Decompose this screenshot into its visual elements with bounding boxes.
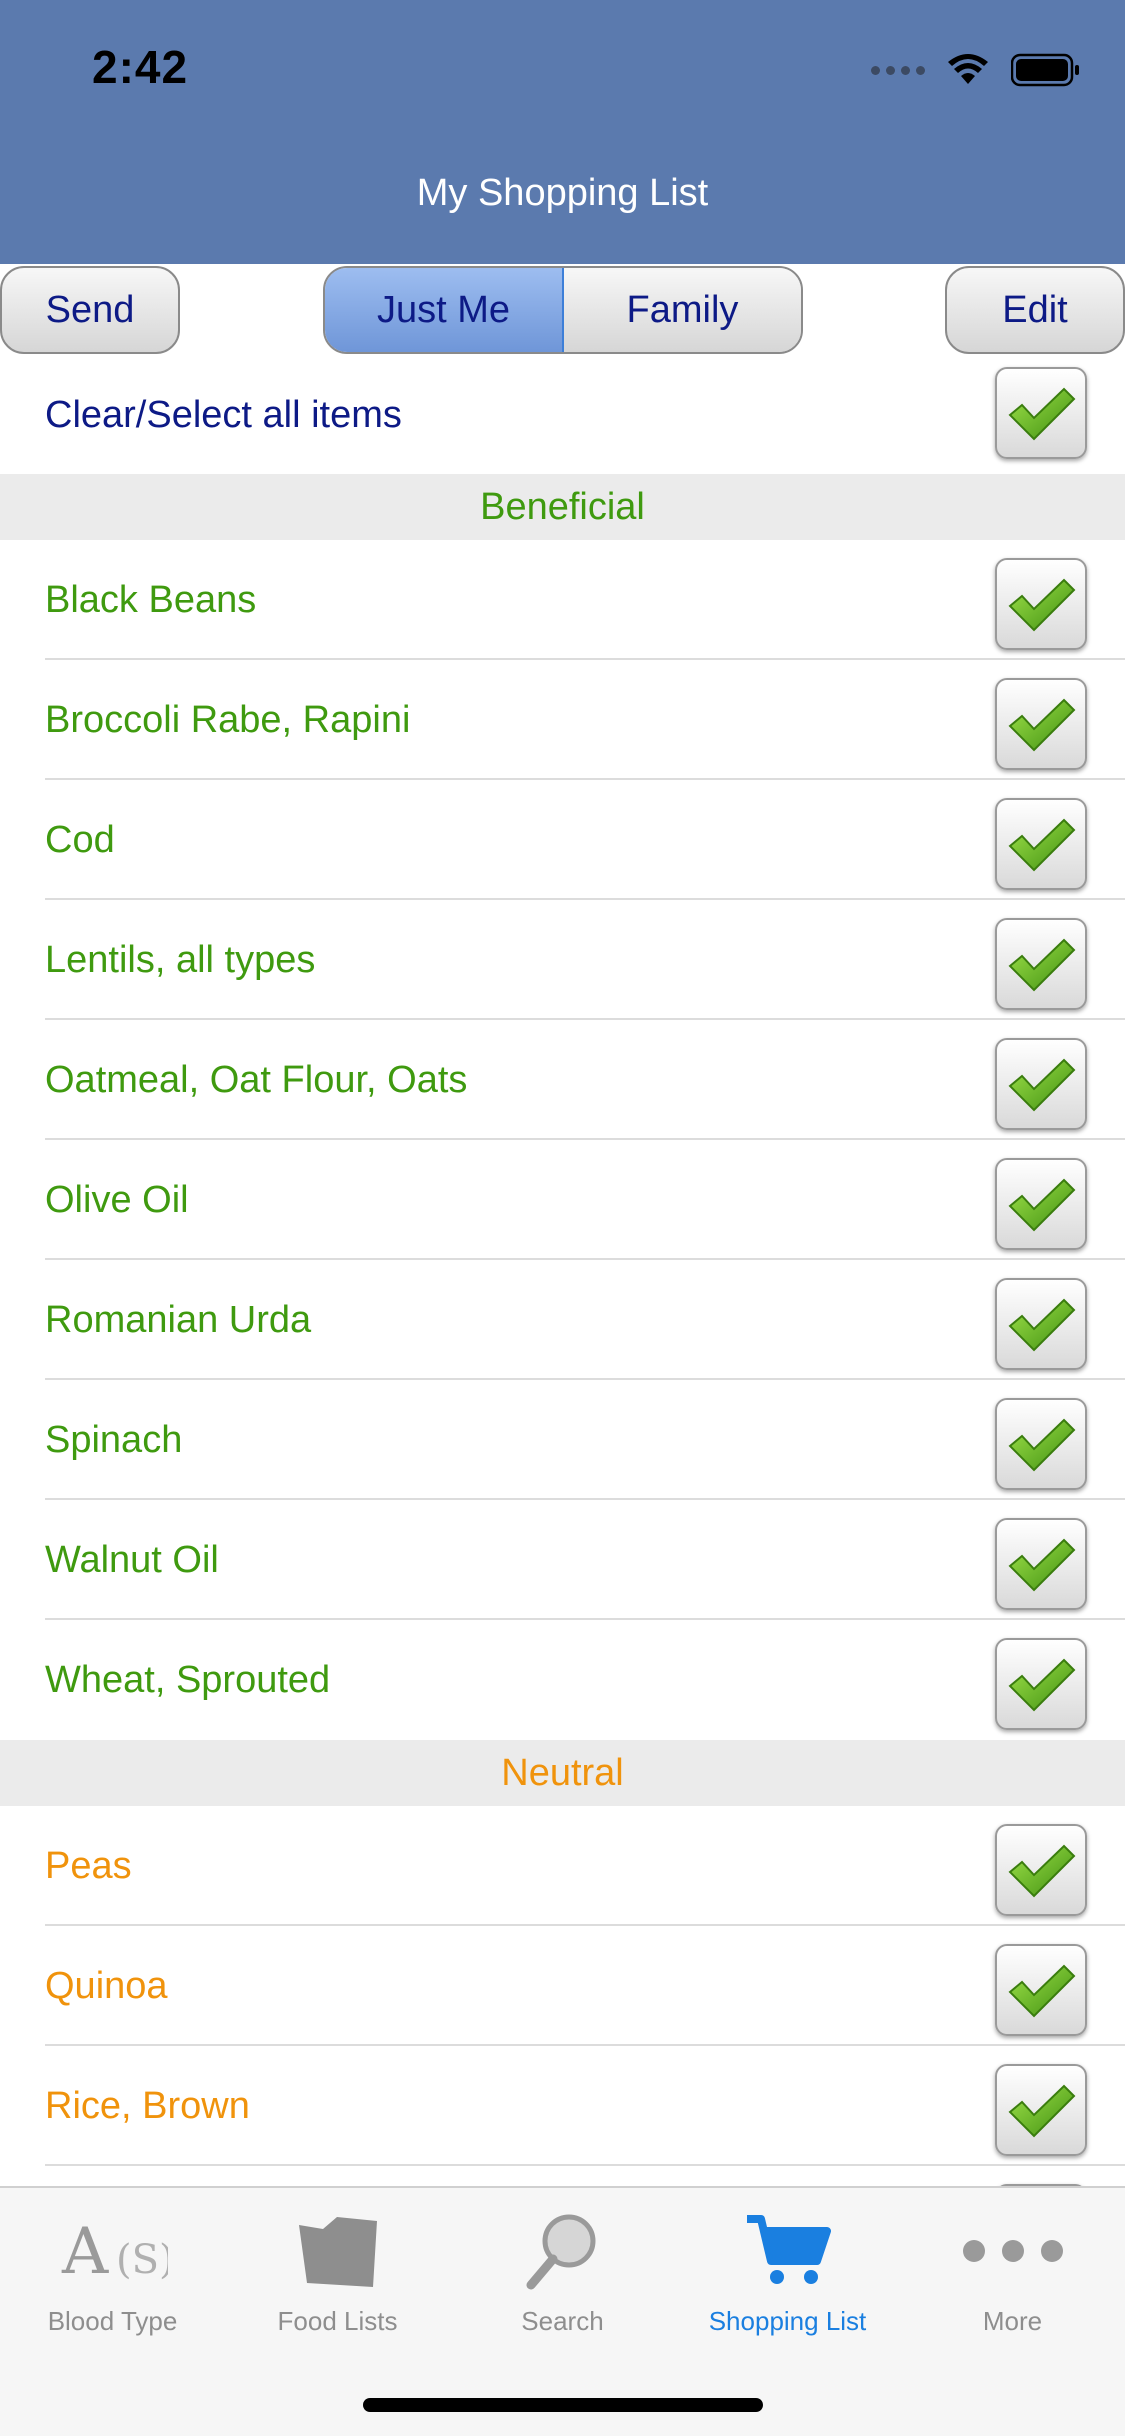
item-checkbox[interactable] — [995, 918, 1087, 1010]
list-item-partial[interactable] — [0, 2166, 1125, 2186]
item-label: Oatmeal, Oat Flour, Oats — [45, 1058, 468, 1101]
item-label: Broccoli Rabe, Rapini — [45, 698, 411, 741]
item-checkbox[interactable] — [995, 1158, 1087, 1250]
list-item[interactable]: Wheat, Sprouted — [0, 1620, 1125, 1740]
list-item[interactable]: Broccoli Rabe, Rapini — [0, 660, 1125, 780]
list-item[interactable]: Romanian Urda — [0, 1260, 1125, 1380]
tab-label: More — [982, 2306, 1043, 2336]
checkmark-icon — [1008, 1658, 1076, 1712]
tab-blood-type[interactable]: A(S) Blood Type — [0, 2188, 225, 2348]
list-item[interactable]: Peas — [0, 1806, 1125, 1926]
status-time: 2:42 — [92, 41, 189, 93]
item-checkbox[interactable] — [995, 1038, 1087, 1130]
item-checkbox[interactable] — [995, 1518, 1087, 1610]
tab-food-lists[interactable]: Food Lists — [225, 2188, 450, 2348]
clear-select-all-checkbox[interactable] — [995, 367, 1087, 459]
food-lists-icon — [293, 2208, 383, 2294]
tab-label: Search — [521, 2306, 604, 2336]
status-icons — [871, 50, 1081, 90]
tab-label: Blood Type — [47, 2306, 178, 2336]
search-icon — [523, 2208, 603, 2294]
cellular-signal-icon — [871, 65, 925, 75]
tab-more[interactable]: More — [900, 2188, 1125, 2348]
item-checkbox[interactable] — [995, 1638, 1087, 1730]
section-header-neutral: Neutral — [0, 1740, 1125, 1806]
checkmark-icon — [1008, 938, 1076, 992]
blood-type-icon: A(S) — [58, 2208, 168, 2294]
segment-family[interactable]: Family — [564, 268, 801, 352]
checkmark-icon — [1008, 1964, 1076, 2018]
home-indicator — [363, 2398, 763, 2412]
item-checkbox[interactable] — [995, 1398, 1087, 1490]
checkmark-icon — [1008, 1538, 1076, 1592]
item-checkbox[interactable] — [995, 1824, 1087, 1916]
checkmark-icon — [1008, 1418, 1076, 1472]
shopping-cart-icon — [743, 2208, 833, 2294]
tab-search[interactable]: Search — [450, 2188, 675, 2348]
item-checkbox[interactable] — [995, 678, 1087, 770]
toolbar: Send Just Me Family Edit — [0, 264, 1125, 356]
clear-select-all-label: Clear/Select all items — [45, 393, 402, 436]
list-item[interactable]: Black Beans — [0, 540, 1125, 660]
item-label: Quinoa — [45, 1964, 168, 2007]
item-label: Romanian Urda — [45, 1298, 312, 1341]
item-label: Wheat, Sprouted — [45, 1658, 331, 1701]
item-label: Olive Oil — [45, 1178, 189, 1221]
segment-just-me[interactable]: Just Me — [325, 268, 564, 352]
item-label: Walnut Oil — [45, 1538, 219, 1581]
checkmark-icon — [1008, 698, 1076, 752]
item-label: Lentils, all types — [45, 938, 316, 981]
section-header-beneficial: Beneficial — [0, 474, 1125, 540]
send-button[interactable]: Send — [0, 266, 180, 354]
battery-icon — [1011, 53, 1081, 87]
more-icon — [958, 2208, 1068, 2294]
item-label: Peas — [45, 1844, 132, 1887]
item-label: Spinach — [45, 1418, 183, 1461]
item-checkbox[interactable] — [995, 1278, 1087, 1370]
edit-button[interactable]: Edit — [945, 266, 1125, 354]
page-title: My Shopping List — [416, 172, 709, 214]
audience-segmented-control: Just Me Family — [323, 266, 803, 354]
wifi-icon — [947, 54, 989, 86]
list-item[interactable]: Olive Oil — [0, 1140, 1125, 1260]
checkmark-icon — [1008, 2084, 1076, 2138]
item-checkbox[interactable] — [995, 2064, 1087, 2156]
list-item[interactable]: Spinach — [0, 1380, 1125, 1500]
tab-shopping-list[interactable]: Shopping List — [675, 2188, 900, 2348]
list-item[interactable]: Oatmeal, Oat Flour, Oats — [0, 1020, 1125, 1140]
checkmark-icon — [1008, 818, 1076, 872]
checkmark-icon — [1008, 578, 1076, 632]
svg-text:(S): (S) — [116, 2237, 168, 2283]
list-item[interactable]: Quinoa — [0, 1926, 1125, 2046]
list-item[interactable]: Lentils, all types — [0, 900, 1125, 1020]
svg-text:A: A — [61, 2215, 109, 2289]
list-item[interactable]: Cod — [0, 780, 1125, 900]
checkmark-icon — [1008, 1178, 1076, 1232]
item-checkbox[interactable] — [995, 1944, 1087, 2036]
checkmark-icon — [1008, 1298, 1076, 1352]
header: 2:42 My Shopping List — [0, 0, 1125, 264]
item-checkbox[interactable] — [995, 798, 1087, 890]
list-item[interactable]: Walnut Oil — [0, 1500, 1125, 1620]
clear-select-all-row[interactable]: Clear/Select all items — [0, 356, 1125, 474]
checkmark-icon — [1008, 1058, 1076, 1112]
shopping-list: Clear/Select all items Beneficial Black … — [0, 356, 1125, 2186]
tab-label: Shopping List — [708, 2306, 867, 2336]
checkmark-icon — [1008, 1844, 1076, 1898]
checkmark-icon — [1008, 387, 1076, 441]
item-label: Cod — [45, 818, 115, 861]
tab-label: Food Lists — [277, 2306, 398, 2336]
item-checkbox[interactable] — [995, 558, 1087, 650]
item-label: Rice, Brown — [45, 2084, 250, 2127]
item-label: Black Beans — [45, 578, 257, 621]
list-item[interactable]: Rice, Brown — [0, 2046, 1125, 2166]
